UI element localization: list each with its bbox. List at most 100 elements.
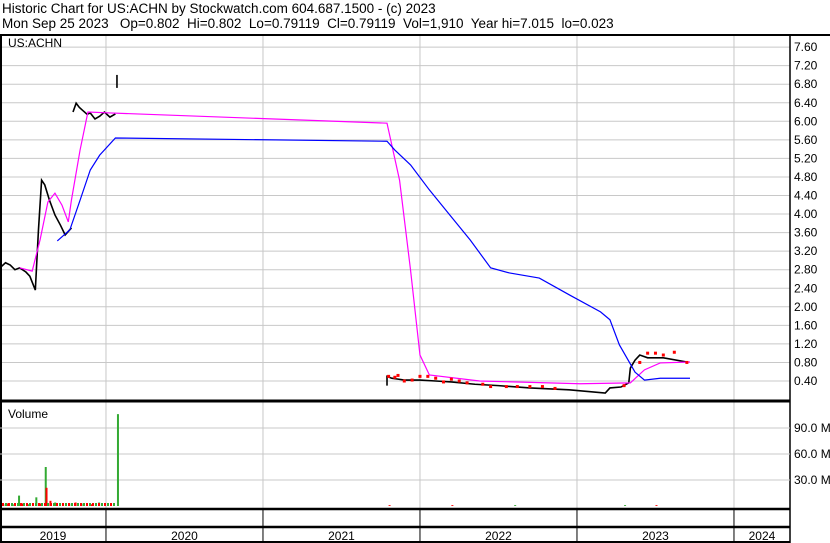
volume-bar xyxy=(107,503,109,506)
year-label: 2021 xyxy=(328,529,355,543)
volume-bar xyxy=(38,503,40,506)
down-close-marker xyxy=(434,376,438,380)
short-moving-average-line xyxy=(19,111,691,385)
price-tick-label: 3.60 xyxy=(794,226,818,240)
price-tick-label: 4.00 xyxy=(794,207,818,221)
price-line xyxy=(386,354,688,394)
year-label: 2024 xyxy=(749,529,776,543)
volume-bar xyxy=(74,503,76,506)
price-volume-chart: 0.40 0.80 1.20 1.60 2.00 2.40 2.80 3.20 3.60 4.00… xyxy=(0,34,830,543)
down-close-marker xyxy=(553,386,557,390)
down-close-marker xyxy=(661,353,665,357)
volume-bar xyxy=(514,505,517,506)
volume-bar xyxy=(53,503,55,506)
volume-bar xyxy=(655,505,658,506)
volume-bar xyxy=(11,503,13,506)
symbol-label: US:ACHN xyxy=(8,36,62,50)
price-line xyxy=(72,101,116,121)
volume-bar xyxy=(44,503,46,506)
year-label: 2022 xyxy=(485,529,512,543)
volume-bar xyxy=(29,503,31,506)
volume-bar xyxy=(32,503,34,506)
volume-tick-label: 30.0 M xyxy=(794,473,830,487)
price-tick-label: 2.00 xyxy=(794,300,818,314)
price-tick-label: 4.80 xyxy=(794,170,818,184)
down-close-marker xyxy=(653,351,657,355)
volume-bar xyxy=(95,503,97,506)
down-close-marker xyxy=(638,360,642,364)
volume-bar xyxy=(80,503,82,506)
volume-bar xyxy=(388,505,391,506)
volume-bar xyxy=(113,503,115,506)
price-tick-label: 0.40 xyxy=(794,374,818,388)
volume-bar xyxy=(20,503,22,506)
volume-bar xyxy=(116,414,119,506)
down-close-marker xyxy=(685,360,689,364)
price-tick-label: 1.60 xyxy=(794,318,818,332)
down-close-marker xyxy=(457,379,461,383)
price-tick-label: 6.40 xyxy=(794,96,818,110)
price-tick-label: 2.40 xyxy=(794,281,818,295)
volume-tick-label: 90.0 M xyxy=(794,421,830,435)
down-close-marker xyxy=(540,385,544,389)
price-tick-label: 2.80 xyxy=(794,263,818,277)
price-tick-label: 3.20 xyxy=(794,244,818,258)
volume-bar xyxy=(26,503,28,506)
volume-bar xyxy=(92,503,94,506)
down-close-marker xyxy=(481,382,485,386)
volume-bar xyxy=(47,503,49,506)
down-close-marker xyxy=(410,378,414,382)
price-tick-label: 1.20 xyxy=(794,337,818,351)
down-close-marker xyxy=(393,375,397,379)
price-tick-label: 5.20 xyxy=(794,151,818,165)
volume-bar xyxy=(83,503,85,506)
volume-bar xyxy=(98,503,100,506)
down-close-marker xyxy=(442,380,446,384)
volume-bar xyxy=(451,505,454,506)
volume-bar xyxy=(110,503,112,506)
price-tick-label: 6.80 xyxy=(794,77,818,91)
volume-bar xyxy=(23,503,25,506)
price-tick-label: 4.40 xyxy=(794,189,818,203)
volume-bar xyxy=(5,503,7,506)
volume-bar xyxy=(8,503,10,506)
volume-bar xyxy=(17,503,19,506)
down-close-marker xyxy=(426,374,430,378)
volume-bar xyxy=(104,503,106,506)
year-label: 2020 xyxy=(171,529,198,543)
volume-bar xyxy=(68,503,70,506)
volume-bar xyxy=(71,503,73,506)
volume-bar xyxy=(50,503,52,506)
down-close-marker xyxy=(646,351,650,355)
price-line xyxy=(0,177,73,291)
price-tick-label: 7.60 xyxy=(794,40,818,54)
volume-bar xyxy=(77,503,79,506)
volume-tick-label: 60.0 M xyxy=(794,447,830,461)
down-close-marker xyxy=(402,379,406,383)
volume-bar xyxy=(2,503,4,506)
volume-bar xyxy=(65,503,67,506)
down-close-marker xyxy=(489,385,493,389)
down-close-marker xyxy=(672,350,676,354)
volume-bar xyxy=(101,503,103,506)
volume-bar xyxy=(624,505,627,506)
down-close-marker xyxy=(465,381,469,385)
volume-bar xyxy=(35,503,37,506)
price-tick-label: 6.00 xyxy=(794,114,818,128)
down-close-marker xyxy=(387,374,391,378)
price-tick-label: 5.60 xyxy=(794,133,818,147)
down-close-marker xyxy=(528,385,532,389)
volume-bar xyxy=(41,503,43,506)
volume-bar xyxy=(14,503,16,506)
volume-bar xyxy=(62,503,64,506)
down-close-marker xyxy=(504,385,508,389)
volume-bar xyxy=(86,503,88,506)
volume-bar xyxy=(59,503,61,506)
down-close-marker xyxy=(515,385,519,389)
stock-chart-window: Historic Chart for US:ACHN by Stockwatch… xyxy=(0,0,830,543)
year-label: 2019 xyxy=(40,529,67,543)
year-label: 2023 xyxy=(642,529,669,543)
volume-label: Volume xyxy=(8,407,48,421)
down-close-marker xyxy=(418,374,422,378)
down-close-marker xyxy=(449,377,453,381)
